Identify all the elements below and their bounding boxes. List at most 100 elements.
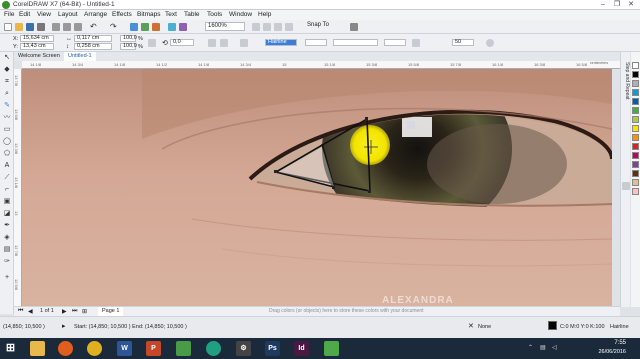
- palette-swatch[interactable]: [632, 98, 639, 105]
- add-page-icon[interactable]: ⊞: [82, 308, 87, 315]
- eyedropper-icon[interactable]: ✒: [3, 222, 11, 230]
- scale-y-field[interactable]: 100,0: [120, 43, 137, 50]
- rectangle-tool-icon[interactable]: ▭: [3, 126, 11, 134]
- docker-label-step-repeat[interactable]: Step and Repeat: [622, 62, 630, 100]
- app-icon-green[interactable]: [206, 341, 221, 356]
- outline-pen-icon[interactable]: ✑: [3, 258, 11, 266]
- rotation-field[interactable]: 0,0: [170, 39, 194, 46]
- save-icon[interactable]: [26, 23, 34, 31]
- add-preset-icon[interactable]: [486, 39, 494, 47]
- vertical-ruler[interactable]: 13 7/8 13 5/8 13 3/8 13 1/8 13 12 7/8 12…: [14, 69, 22, 306]
- palette-swatch[interactable]: [632, 125, 639, 132]
- palette-swatch[interactable]: [632, 71, 639, 78]
- curve-segment-icon[interactable]: [240, 39, 248, 47]
- height-field[interactable]: 0,258 cm: [74, 43, 112, 50]
- pick-tool-icon[interactable]: ↖: [3, 54, 11, 62]
- close-curve-icon[interactable]: [412, 39, 420, 47]
- interactive-fill-icon[interactable]: ◈: [3, 234, 11, 242]
- connector-tool-icon[interactable]: ⌐: [3, 186, 11, 194]
- indesign-icon[interactable]: Id: [294, 341, 309, 356]
- menu-edit[interactable]: Edit: [19, 11, 30, 18]
- menu-window[interactable]: Window: [229, 11, 252, 18]
- page-tab[interactable]: Page 1: [98, 307, 124, 316]
- menu-file[interactable]: File: [4, 11, 14, 18]
- redo-icon[interactable]: ↷: [110, 23, 118, 31]
- palette-swatch[interactable]: [632, 116, 639, 123]
- palette-swatch[interactable]: [632, 143, 639, 150]
- grid-icon[interactable]: [274, 23, 282, 31]
- tray-up-arrow-icon[interactable]: ⌃: [528, 344, 533, 351]
- cut-icon[interactable]: [52, 23, 60, 31]
- menu-table[interactable]: Table: [184, 11, 200, 18]
- freehand-tool-icon[interactable]: ✎: [3, 102, 11, 110]
- minimize-button[interactable]: –: [596, 0, 610, 10]
- powerpoint-icon[interactable]: P: [146, 341, 161, 356]
- mirror-horizontal-icon[interactable]: [208, 39, 216, 47]
- zoom-tool-icon[interactable]: ⌕: [3, 90, 11, 98]
- word-icon[interactable]: W: [117, 341, 132, 356]
- palette-swatch[interactable]: [632, 134, 639, 141]
- x-position-field[interactable]: 15,634 cm: [20, 35, 54, 42]
- volume-icon[interactable]: ◁: [552, 344, 557, 351]
- horizontal-ruler[interactable]: 14 1/8 14 3/4 14 1/8 14 1/2 14 1/8 14 3/…: [22, 61, 620, 69]
- open-folder-icon[interactable]: [15, 23, 23, 31]
- status-arrow-icon[interactable]: ▸: [62, 322, 66, 330]
- highlight-circle[interactable]: [350, 125, 390, 165]
- undo-icon[interactable]: ↶: [90, 23, 98, 31]
- palette-swatch[interactable]: [632, 62, 639, 69]
- coreldraw-taskbar-icon[interactable]: [176, 341, 191, 356]
- new-document-icon[interactable]: [4, 23, 12, 31]
- last-page-icon[interactable]: ⏭: [72, 308, 77, 315]
- file-explorer-icon[interactable]: [30, 341, 45, 356]
- polygon-tool-icon[interactable]: ⬠: [3, 150, 11, 158]
- shape-tool-icon[interactable]: ◆: [3, 66, 11, 74]
- firefox-icon[interactable]: [58, 341, 73, 356]
- palette-swatch[interactable]: [632, 161, 639, 168]
- close-button[interactable]: ✕: [624, 0, 638, 10]
- ellipse-tool-icon[interactable]: ◯: [3, 138, 11, 146]
- import-icon[interactable]: [141, 23, 149, 31]
- menu-layout[interactable]: Layout: [58, 11, 78, 18]
- settings-icon[interactable]: ⚙: [236, 341, 251, 356]
- menu-tools[interactable]: Tools: [207, 11, 222, 18]
- menu-bitmaps[interactable]: Bitmaps: [137, 11, 160, 18]
- width-field[interactable]: 0,117 cm: [74, 35, 112, 42]
- palette-swatch[interactable]: [632, 170, 639, 177]
- guidelines-icon[interactable]: [285, 23, 293, 31]
- paste-icon[interactable]: [74, 23, 82, 31]
- welcome-screen-icon[interactable]: [179, 23, 187, 31]
- smoothing-field[interactable]: 50: [452, 39, 474, 46]
- windows-start-icon[interactable]: ⊞: [3, 341, 18, 356]
- artistic-media-icon[interactable]: 〰: [3, 114, 11, 122]
- palette-swatch[interactable]: [632, 152, 639, 159]
- copy-icon[interactable]: [63, 23, 71, 31]
- palette-swatch[interactable]: [632, 89, 639, 96]
- end-arrow-select[interactable]: [384, 39, 406, 46]
- options-gear-icon[interactable]: [350, 23, 358, 31]
- tab-welcome-screen[interactable]: Welcome Screen: [14, 52, 64, 61]
- outline-width-select[interactable]: Hairline: [265, 39, 297, 46]
- scale-x-field[interactable]: 100,0: [120, 35, 137, 42]
- first-page-icon[interactable]: ⏮: [18, 308, 23, 315]
- prev-page-icon[interactable]: ◀: [28, 308, 33, 315]
- palette-swatch[interactable]: [632, 80, 639, 87]
- palette-swatch[interactable]: [632, 188, 639, 195]
- search-content-icon[interactable]: [130, 23, 138, 31]
- export-icon[interactable]: [152, 23, 160, 31]
- crop-tool-icon[interactable]: ⌗: [3, 78, 11, 86]
- menu-help[interactable]: Help: [258, 11, 271, 18]
- chrome-icon[interactable]: [87, 341, 102, 356]
- start-arrow-select[interactable]: [305, 39, 327, 46]
- camtasia-icon[interactable]: [324, 341, 339, 356]
- lock-ratio-icon[interactable]: [148, 39, 156, 47]
- palette-swatch[interactable]: [632, 107, 639, 114]
- text-tool-icon[interactable]: A: [3, 162, 11, 170]
- network-icon[interactable]: ▤: [540, 344, 546, 351]
- smart-fill-icon[interactable]: ▤: [3, 246, 11, 254]
- menu-effects[interactable]: Effects: [112, 11, 132, 18]
- photoshop-icon[interactable]: Ps: [265, 341, 280, 356]
- menu-text[interactable]: Text: [165, 11, 177, 18]
- mirror-vertical-icon[interactable]: [220, 39, 228, 47]
- zoom-level-select[interactable]: 1600%: [205, 22, 245, 31]
- print-icon[interactable]: [37, 23, 45, 31]
